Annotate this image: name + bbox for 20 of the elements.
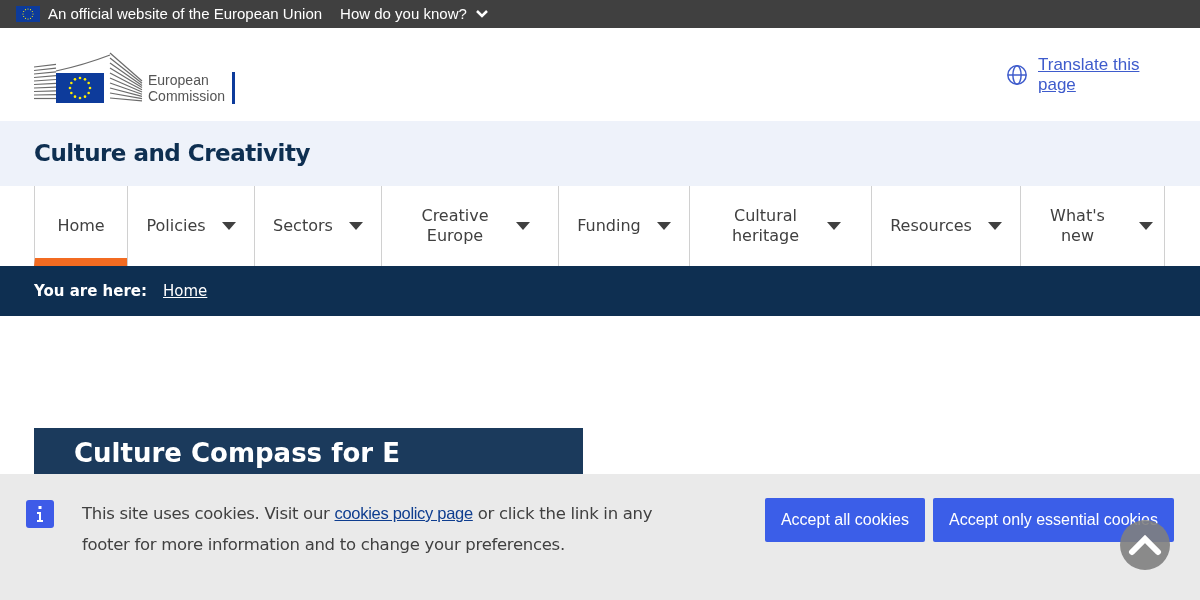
chevron-up-icon [1128,534,1162,556]
how-do-you-know-toggle[interactable]: How do you know? [340,2,489,26]
accept-cookies-button[interactable]: Accept only essential cookies [933,498,1174,542]
accept-cookies-button[interactable]: Accept all cookies [764,498,925,542]
translate-link[interactable]: Translate this page [1038,54,1148,95]
chevron-down-icon [474,9,489,19]
logo-text: Commission [148,87,225,104]
breadcrumb-label: You are here: [34,280,148,302]
eu-flag-icon [16,6,40,22]
cookie-notice: This site uses cookies. Visit our cookies policy page or click the link in any footer for more information and to change your preferences. [82,503,654,556]
site-name: Culture and Creativity [34,139,310,169]
info-icon [26,500,54,528]
commission-logo[interactable]: European Commission [34,44,235,105]
breadcrumb-link[interactable]: Home [163,279,208,303]
globe-icon [1006,63,1028,86]
commission-logo-icon [34,50,144,105]
logo-text: European [148,71,210,88]
hero-title: Culture Compass for E [74,438,400,468]
official-site-text: An official website of the European Union [48,3,323,24]
cookies-policy-link[interactable]: cookies policy page [334,504,473,522]
